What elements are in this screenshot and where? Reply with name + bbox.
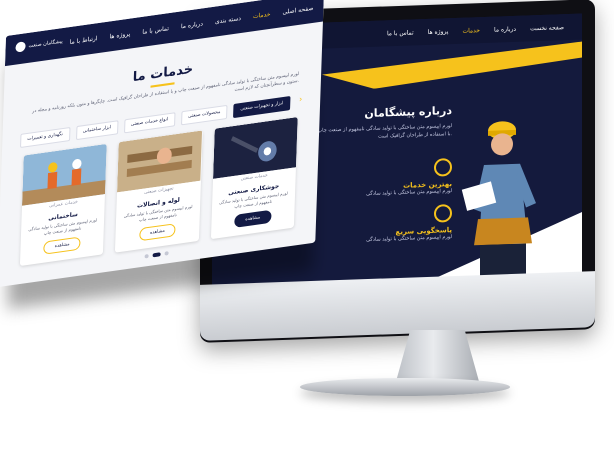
welding-image [212, 116, 298, 179]
screen-nav-item[interactable]: خدمات [462, 27, 480, 35]
page-mockup: پیشگامان صنعت صفحه اصلی خدمات دسته بندی … [0, 0, 325, 288]
carousel-dot[interactable] [144, 253, 149, 259]
service-card[interactable]: خدمات عمرانی ساختمانی لورم ایپسوم متن سا… [19, 143, 108, 267]
tab-item[interactable]: نگهداری و تعمیرات [20, 127, 71, 149]
card-button[interactable]: مشاهده [43, 236, 81, 255]
screen-nav-item[interactable]: درباره ما [494, 25, 516, 33]
card-button[interactable]: مشاهده [138, 223, 177, 242]
tab-item[interactable]: ابزار و تجهیزات صنعتی [233, 96, 291, 119]
nav-links: صفحه اصلی خدمات دسته بندی درباره ما تماس… [69, 0, 314, 57]
card-button[interactable]: مشاهده [234, 209, 272, 228]
card-subtitle: خدمات صنعتی [240, 173, 268, 183]
tab-item[interactable]: ابزار ساختمانی [75, 120, 119, 141]
tab-item[interactable]: محصولات صنعتی [180, 104, 228, 126]
monitor-stand [395, 330, 480, 385]
nav-item[interactable]: ارتباط با ما [70, 35, 98, 46]
service-card[interactable]: خدمات صنعتی جوشکاری صنعتی لورم ایپسوم مت… [210, 116, 298, 240]
logo-text: پیشگامان صنعت [28, 38, 63, 50]
about-text: لورم ایپسوم متن ساختگی با تولید سادگی نا… [313, 123, 452, 140]
monitor-base [300, 378, 510, 396]
nav-item[interactable]: تماس با ما [142, 25, 169, 36]
feature-item: بهترین خدمات لورم ایپسوم متن ساختگی با ت… [312, 158, 452, 199]
about-title: درباره پیشگامان [364, 104, 452, 121]
carousel-dot[interactable] [164, 251, 169, 256]
tab-item[interactable]: انواع خدمات صنعتی [123, 112, 176, 134]
nav-item[interactable]: صفحه اصلی [282, 4, 313, 15]
service-card[interactable]: تجهیزات صنعتی لوله و اتصالات لورم ایپسوم… [115, 130, 203, 253]
nav-item[interactable]: پروژه ها [109, 30, 130, 40]
screen-nav-item[interactable]: تماس با ما [387, 29, 414, 37]
feature-item: پاسخگویی سریع لورم ایپسوم متن ساختگی با … [312, 204, 452, 245]
carousel-dot[interactable] [152, 252, 161, 258]
logo-icon [15, 41, 26, 53]
logo[interactable]: پیشگامان صنعت [15, 36, 63, 53]
pipes-image [117, 130, 203, 193]
worker-illustration [461, 121, 536, 280]
screen-nav-item[interactable]: صفحه نخست [530, 24, 564, 32]
nav-item[interactable]: درباره ما [181, 20, 203, 30]
screen-nav-item[interactable]: پروژه ها [428, 28, 449, 36]
construction-image [22, 143, 108, 206]
yellow-swoosh [322, 42, 582, 91]
nav-item[interactable]: خدمات [253, 10, 271, 20]
chevron-right-icon[interactable]: › [299, 94, 303, 103]
nav-item[interactable]: دسته بندی [215, 14, 241, 25]
